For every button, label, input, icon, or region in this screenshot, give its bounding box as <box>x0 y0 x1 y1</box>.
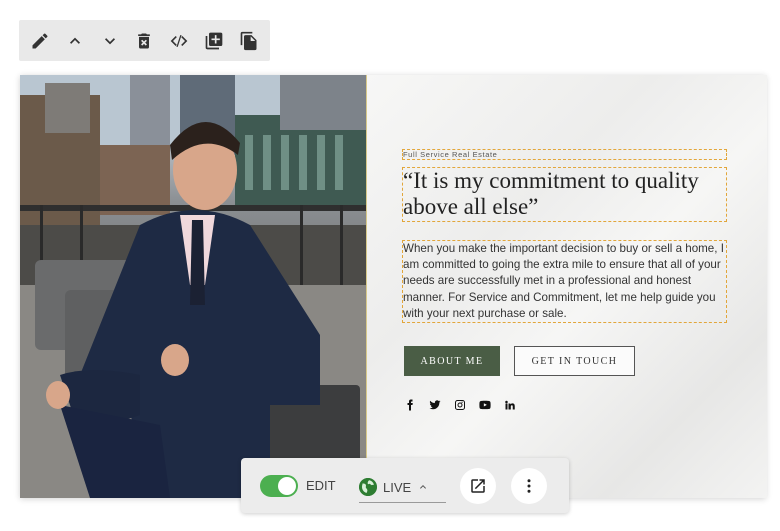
edit-toggle[interactable] <box>260 475 298 497</box>
hero-section: Full Service Real Estate “It is my commi… <box>20 75 767 498</box>
open-in-new-icon <box>471 479 485 493</box>
chevron-up-icon <box>420 485 427 489</box>
linkedin-icon[interactable] <box>503 398 517 412</box>
globe-icon <box>359 478 377 496</box>
delete-icon[interactable] <box>130 27 158 55</box>
facebook-icon[interactable] <box>403 398 417 412</box>
edit-icon[interactable] <box>26 27 54 55</box>
toggle-knob <box>278 477 296 495</box>
open-external-button[interactable] <box>460 468 496 504</box>
edit-label: EDIT <box>306 478 336 493</box>
hero-paragraph[interactable]: When you make the important decision to … <box>402 240 727 323</box>
about-me-button[interactable]: ABOUT ME <box>404 346 500 376</box>
more-options-button[interactable] <box>511 468 547 504</box>
move-up-icon[interactable] <box>61 27 89 55</box>
move-down-icon[interactable] <box>96 27 124 55</box>
eyebrow-text[interactable]: Full Service Real Estate <box>402 149 727 160</box>
get-in-touch-button[interactable]: GET IN TOUCH <box>514 346 635 376</box>
live-label: LIVE <box>383 479 412 495</box>
duplicate-icon[interactable] <box>235 27 263 55</box>
add-section-icon[interactable] <box>200 27 228 55</box>
hero-content: Full Service Real Estate “It is my commi… <box>366 75 767 498</box>
editor-bottom-bar: EDIT LIVE <box>241 458 569 513</box>
agent-photo <box>20 75 366 498</box>
youtube-icon[interactable] <box>478 398 492 412</box>
social-links <box>403 398 517 412</box>
more-vertical-icon <box>527 479 531 493</box>
twitter-icon[interactable] <box>428 398 442 412</box>
instagram-icon[interactable] <box>453 398 467 412</box>
block-toolbar <box>19 20 270 61</box>
live-dropdown[interactable]: LIVE <box>359 472 446 503</box>
code-icon[interactable] <box>165 27 193 55</box>
agent-photo-illustration <box>20 75 366 498</box>
hero-quote[interactable]: “It is my commitment to quality above al… <box>402 167 727 222</box>
